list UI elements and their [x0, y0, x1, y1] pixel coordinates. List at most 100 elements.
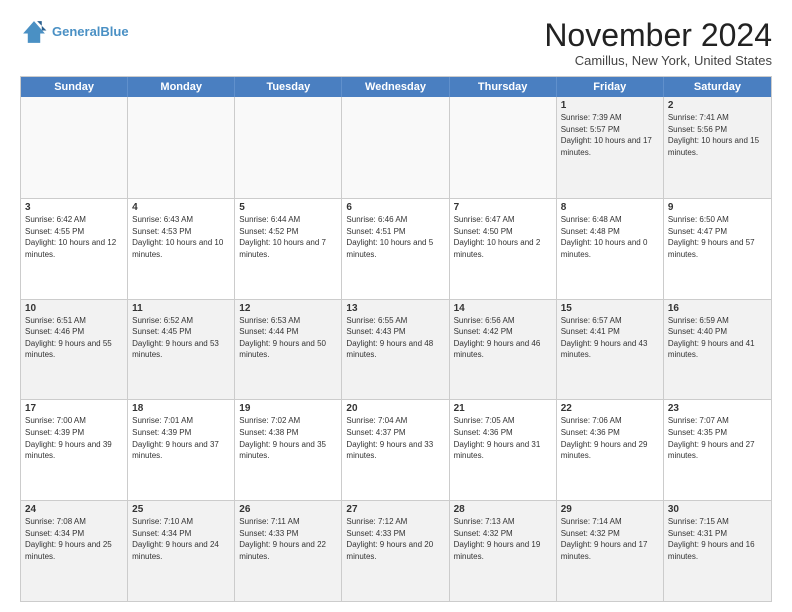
day-number: 9: [668, 202, 767, 213]
day-info: Sunrise: 7:01 AMSunset: 4:39 PMDaylight:…: [132, 415, 230, 461]
day-number: 4: [132, 202, 230, 213]
day-number: 18: [132, 403, 230, 414]
day-number: 23: [668, 403, 767, 414]
calendar-body: 1Sunrise: 7:39 AMSunset: 5:57 PMDaylight…: [21, 97, 771, 601]
day-cell-20: 20Sunrise: 7:04 AMSunset: 4:37 PMDayligh…: [342, 400, 449, 500]
page: GeneralBlue November 2024 Camillus, New …: [0, 0, 792, 612]
day-info: Sunrise: 7:02 AMSunset: 4:38 PMDaylight:…: [239, 415, 337, 461]
day-cell-10: 10Sunrise: 6:51 AMSunset: 4:46 PMDayligh…: [21, 300, 128, 400]
day-number: 15: [561, 303, 659, 314]
day-number: 13: [346, 303, 444, 314]
day-number: 28: [454, 504, 552, 515]
day-cell-12: 12Sunrise: 6:53 AMSunset: 4:44 PMDayligh…: [235, 300, 342, 400]
logo-icon: [20, 18, 48, 46]
day-number: 7: [454, 202, 552, 213]
day-info: Sunrise: 7:12 AMSunset: 4:33 PMDaylight:…: [346, 516, 444, 562]
day-cell-19: 19Sunrise: 7:02 AMSunset: 4:38 PMDayligh…: [235, 400, 342, 500]
empty-cell: [450, 97, 557, 198]
day-info: Sunrise: 6:56 AMSunset: 4:42 PMDaylight:…: [454, 315, 552, 361]
calendar-row-0: 1Sunrise: 7:39 AMSunset: 5:57 PMDaylight…: [21, 97, 771, 198]
day-cell-1: 1Sunrise: 7:39 AMSunset: 5:57 PMDaylight…: [557, 97, 664, 198]
empty-cell: [21, 97, 128, 198]
day-info: Sunrise: 6:57 AMSunset: 4:41 PMDaylight:…: [561, 315, 659, 361]
day-cell-17: 17Sunrise: 7:00 AMSunset: 4:39 PMDayligh…: [21, 400, 128, 500]
day-number: 30: [668, 504, 767, 515]
day-number: 24: [25, 504, 123, 515]
day-number: 3: [25, 202, 123, 213]
day-info: Sunrise: 7:07 AMSunset: 4:35 PMDaylight:…: [668, 415, 767, 461]
day-cell-28: 28Sunrise: 7:13 AMSunset: 4:32 PMDayligh…: [450, 501, 557, 601]
day-info: Sunrise: 6:51 AMSunset: 4:46 PMDaylight:…: [25, 315, 123, 361]
day-info: Sunrise: 7:04 AMSunset: 4:37 PMDaylight:…: [346, 415, 444, 461]
day-info: Sunrise: 6:50 AMSunset: 4:47 PMDaylight:…: [668, 214, 767, 260]
empty-cell: [235, 97, 342, 198]
day-number: 5: [239, 202, 337, 213]
day-info: Sunrise: 6:47 AMSunset: 4:50 PMDaylight:…: [454, 214, 552, 260]
day-info: Sunrise: 6:48 AMSunset: 4:48 PMDaylight:…: [561, 214, 659, 260]
day-info: Sunrise: 7:14 AMSunset: 4:32 PMDaylight:…: [561, 516, 659, 562]
day-info: Sunrise: 6:55 AMSunset: 4:43 PMDaylight:…: [346, 315, 444, 361]
day-cell-24: 24Sunrise: 7:08 AMSunset: 4:34 PMDayligh…: [21, 501, 128, 601]
day-info: Sunrise: 7:13 AMSunset: 4:32 PMDaylight:…: [454, 516, 552, 562]
title-block: November 2024 Camillus, New York, United…: [544, 18, 772, 68]
day-info: Sunrise: 7:08 AMSunset: 4:34 PMDaylight:…: [25, 516, 123, 562]
calendar-header: SundayMondayTuesdayWednesdayThursdayFrid…: [21, 77, 771, 97]
day-number: 11: [132, 303, 230, 314]
calendar-row-1: 3Sunrise: 6:42 AMSunset: 4:55 PMDaylight…: [21, 198, 771, 299]
day-number: 16: [668, 303, 767, 314]
day-cell-8: 8Sunrise: 6:48 AMSunset: 4:48 PMDaylight…: [557, 199, 664, 299]
day-number: 19: [239, 403, 337, 414]
day-cell-16: 16Sunrise: 6:59 AMSunset: 4:40 PMDayligh…: [664, 300, 771, 400]
day-info: Sunrise: 6:53 AMSunset: 4:44 PMDaylight:…: [239, 315, 337, 361]
header-day-sunday: Sunday: [21, 77, 128, 97]
day-info: Sunrise: 6:52 AMSunset: 4:45 PMDaylight:…: [132, 315, 230, 361]
day-number: 26: [239, 504, 337, 515]
day-info: Sunrise: 7:41 AMSunset: 5:56 PMDaylight:…: [668, 112, 767, 158]
header-day-wednesday: Wednesday: [342, 77, 449, 97]
header-day-thursday: Thursday: [450, 77, 557, 97]
day-number: 2: [668, 100, 767, 111]
empty-cell: [342, 97, 449, 198]
day-cell-11: 11Sunrise: 6:52 AMSunset: 4:45 PMDayligh…: [128, 300, 235, 400]
day-cell-3: 3Sunrise: 6:42 AMSunset: 4:55 PMDaylight…: [21, 199, 128, 299]
day-number: 20: [346, 403, 444, 414]
day-cell-15: 15Sunrise: 6:57 AMSunset: 4:41 PMDayligh…: [557, 300, 664, 400]
day-info: Sunrise: 7:00 AMSunset: 4:39 PMDaylight:…: [25, 415, 123, 461]
day-cell-9: 9Sunrise: 6:50 AMSunset: 4:47 PMDaylight…: [664, 199, 771, 299]
day-info: Sunrise: 7:05 AMSunset: 4:36 PMDaylight:…: [454, 415, 552, 461]
day-number: 27: [346, 504, 444, 515]
day-number: 14: [454, 303, 552, 314]
empty-cell: [128, 97, 235, 198]
day-cell-14: 14Sunrise: 6:56 AMSunset: 4:42 PMDayligh…: [450, 300, 557, 400]
day-number: 8: [561, 202, 659, 213]
month-title: November 2024: [544, 18, 772, 53]
logo-text: GeneralBlue: [52, 24, 129, 40]
day-info: Sunrise: 7:06 AMSunset: 4:36 PMDaylight:…: [561, 415, 659, 461]
header-day-friday: Friday: [557, 77, 664, 97]
day-number: 12: [239, 303, 337, 314]
day-cell-27: 27Sunrise: 7:12 AMSunset: 4:33 PMDayligh…: [342, 501, 449, 601]
day-number: 17: [25, 403, 123, 414]
day-info: Sunrise: 7:11 AMSunset: 4:33 PMDaylight:…: [239, 516, 337, 562]
location: Camillus, New York, United States: [544, 53, 772, 68]
day-number: 21: [454, 403, 552, 414]
day-number: 22: [561, 403, 659, 414]
day-cell-4: 4Sunrise: 6:43 AMSunset: 4:53 PMDaylight…: [128, 199, 235, 299]
day-cell-26: 26Sunrise: 7:11 AMSunset: 4:33 PMDayligh…: [235, 501, 342, 601]
day-cell-18: 18Sunrise: 7:01 AMSunset: 4:39 PMDayligh…: [128, 400, 235, 500]
day-number: 10: [25, 303, 123, 314]
day-number: 29: [561, 504, 659, 515]
day-info: Sunrise: 6:43 AMSunset: 4:53 PMDaylight:…: [132, 214, 230, 260]
day-cell-21: 21Sunrise: 7:05 AMSunset: 4:36 PMDayligh…: [450, 400, 557, 500]
header-day-monday: Monday: [128, 77, 235, 97]
header: GeneralBlue November 2024 Camillus, New …: [20, 18, 772, 68]
day-info: Sunrise: 6:42 AMSunset: 4:55 PMDaylight:…: [25, 214, 123, 260]
day-info: Sunrise: 6:44 AMSunset: 4:52 PMDaylight:…: [239, 214, 337, 260]
day-cell-30: 30Sunrise: 7:15 AMSunset: 4:31 PMDayligh…: [664, 501, 771, 601]
day-cell-13: 13Sunrise: 6:55 AMSunset: 4:43 PMDayligh…: [342, 300, 449, 400]
day-info: Sunrise: 6:46 AMSunset: 4:51 PMDaylight:…: [346, 214, 444, 260]
header-day-saturday: Saturday: [664, 77, 771, 97]
day-cell-22: 22Sunrise: 7:06 AMSunset: 4:36 PMDayligh…: [557, 400, 664, 500]
calendar-row-4: 24Sunrise: 7:08 AMSunset: 4:34 PMDayligh…: [21, 500, 771, 601]
day-info: Sunrise: 7:10 AMSunset: 4:34 PMDaylight:…: [132, 516, 230, 562]
